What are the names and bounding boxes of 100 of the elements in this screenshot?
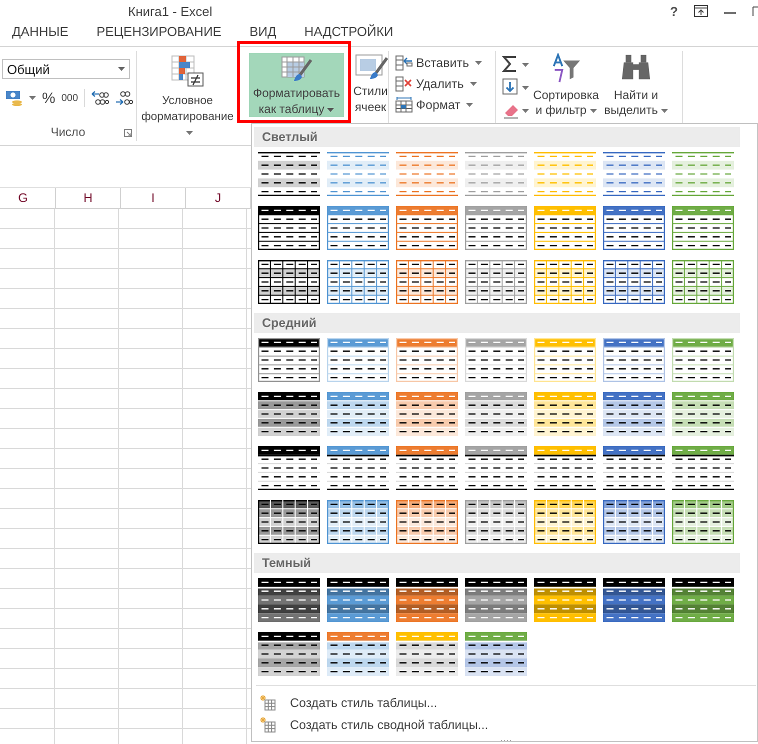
window-title: Книга1 - Excel xyxy=(128,4,212,18)
table-style-option[interactable] xyxy=(603,206,665,250)
table-style-option[interactable] xyxy=(603,446,665,490)
table-style-option[interactable] xyxy=(672,392,734,436)
conditional-formatting-icon xyxy=(170,55,204,87)
table-style-option[interactable] xyxy=(465,206,527,250)
table-style-option[interactable] xyxy=(327,578,389,622)
table-style-option[interactable] xyxy=(396,578,458,622)
caret-icon xyxy=(327,108,334,112)
table-style-option[interactable] xyxy=(603,338,665,382)
table-style-option[interactable] xyxy=(258,446,320,490)
increase-decimal-icon[interactable] xyxy=(91,90,110,106)
table-style-option[interactable] xyxy=(327,632,389,676)
table-style-option[interactable] xyxy=(465,446,527,490)
caret-icon xyxy=(660,108,668,113)
table-style-option[interactable] xyxy=(465,632,527,676)
column-header[interactable]: H xyxy=(56,188,121,208)
new-table-style-icon xyxy=(260,694,276,710)
table-style-option[interactable] xyxy=(396,206,458,250)
table-style-option[interactable] xyxy=(534,392,596,436)
table-style-option[interactable] xyxy=(672,578,734,622)
ribbon-display-options-icon[interactable] xyxy=(694,5,708,17)
sort-and-filter-button[interactable]: Сортировка и фильтр xyxy=(530,51,602,118)
table-style-option[interactable] xyxy=(603,392,665,436)
table-style-option[interactable] xyxy=(534,338,596,382)
table-style-option[interactable] xyxy=(327,260,389,304)
caret-icon xyxy=(186,130,192,135)
caret-icon xyxy=(475,61,482,65)
menu-item[interactable]: Создать стиль сводной таблицы... xyxy=(254,714,757,736)
table-style-option[interactable] xyxy=(258,578,320,622)
percent-style-button[interactable]: % xyxy=(42,90,56,106)
column-header[interactable]: G xyxy=(0,188,56,208)
table-style-option[interactable] xyxy=(603,260,665,304)
column-header[interactable]: I xyxy=(121,188,186,208)
comma-style-button[interactable]: 000 xyxy=(61,92,78,104)
decrease-decimal-icon[interactable] xyxy=(115,90,134,106)
group-label: Число xyxy=(50,125,86,139)
caret-icon xyxy=(118,67,125,71)
table-style-option[interactable] xyxy=(672,500,734,544)
table-style-option[interactable] xyxy=(327,206,389,250)
maximize-icon[interactable] xyxy=(752,5,758,17)
table-style-option[interactable] xyxy=(258,260,320,304)
table-style-option[interactable] xyxy=(327,500,389,544)
cell-styles-button[interactable]: Стили ячеек xyxy=(352,51,389,115)
table-style-option[interactable] xyxy=(258,152,320,196)
table-style-option[interactable] xyxy=(603,578,665,622)
table-style-option[interactable] xyxy=(534,206,596,250)
table-style-option[interactable] xyxy=(258,500,320,544)
table-style-option[interactable] xyxy=(396,500,458,544)
table-style-option[interactable] xyxy=(327,446,389,490)
table-style-option[interactable] xyxy=(672,206,734,250)
cells-command-button[interactable]: Формат xyxy=(395,97,474,113)
cells-command-button[interactable]: Удалить xyxy=(395,76,477,92)
table-style-option[interactable] xyxy=(672,260,734,304)
ribbon-tab[interactable]: РЕЦЕНЗИРОВАНИЕ xyxy=(96,24,222,38)
table-style-option[interactable] xyxy=(396,392,458,436)
number-format-dropdown[interactable]: Общий xyxy=(2,59,130,79)
table-style-option[interactable] xyxy=(534,260,596,304)
ribbon-tab[interactable]: НАДСТРОЙКИ xyxy=(304,24,394,38)
section-header: Темный xyxy=(254,553,740,573)
find-and-select-button[interactable]: Найти и выделить xyxy=(602,51,670,118)
table-style-option[interactable] xyxy=(465,578,527,622)
fill-down-icon[interactable] xyxy=(502,78,530,96)
table-style-option[interactable] xyxy=(396,260,458,304)
dialog-launcher-icon[interactable] xyxy=(124,129,132,137)
insert-cells-icon xyxy=(395,55,413,71)
ribbon-tab[interactable]: ДАННЫЕ xyxy=(12,24,68,38)
caret-icon xyxy=(590,108,597,113)
table-style-option[interactable] xyxy=(465,260,527,304)
table-style-option[interactable] xyxy=(534,578,596,622)
table-style-option[interactable] xyxy=(534,500,596,544)
table-style-option[interactable] xyxy=(534,446,596,490)
table-style-option[interactable] xyxy=(465,338,527,382)
table-style-option[interactable] xyxy=(396,632,458,676)
ribbon-tab[interactable]: ВИД xyxy=(249,24,276,38)
autosum-icon[interactable] xyxy=(502,55,530,73)
caret-icon[interactable] xyxy=(29,96,36,100)
table-style-option[interactable] xyxy=(258,632,320,676)
table-style-option[interactable] xyxy=(258,392,320,436)
table-style-option[interactable] xyxy=(396,338,458,382)
caret-icon xyxy=(466,103,474,107)
table-style-option[interactable] xyxy=(396,446,458,490)
table-style-option[interactable] xyxy=(327,392,389,436)
table-style-option[interactable] xyxy=(672,338,734,382)
table-style-option[interactable] xyxy=(603,500,665,544)
table-style-option[interactable] xyxy=(258,338,320,382)
table-style-option[interactable] xyxy=(327,338,389,382)
table-style-option[interactable] xyxy=(672,446,734,490)
table-style-option[interactable] xyxy=(258,206,320,250)
menu-item[interactable]: Создать стиль таблицы... xyxy=(254,692,757,714)
cells-command-button[interactable]: Вставить xyxy=(395,55,482,71)
section-header: Средний xyxy=(254,313,740,333)
table-style-option[interactable] xyxy=(465,500,527,544)
new-table-style-icon xyxy=(260,716,276,732)
currency-format-icon[interactable] xyxy=(5,90,23,106)
table-style-option[interactable] xyxy=(465,392,527,436)
format-as-table-button[interactable]: Форматировать как таблицу xyxy=(249,53,344,117)
help-button[interactable]: ? xyxy=(670,4,678,18)
conditional-formatting-button[interactable]: Условное форматирование xyxy=(138,51,237,141)
section-header: Светлый xyxy=(254,127,740,147)
